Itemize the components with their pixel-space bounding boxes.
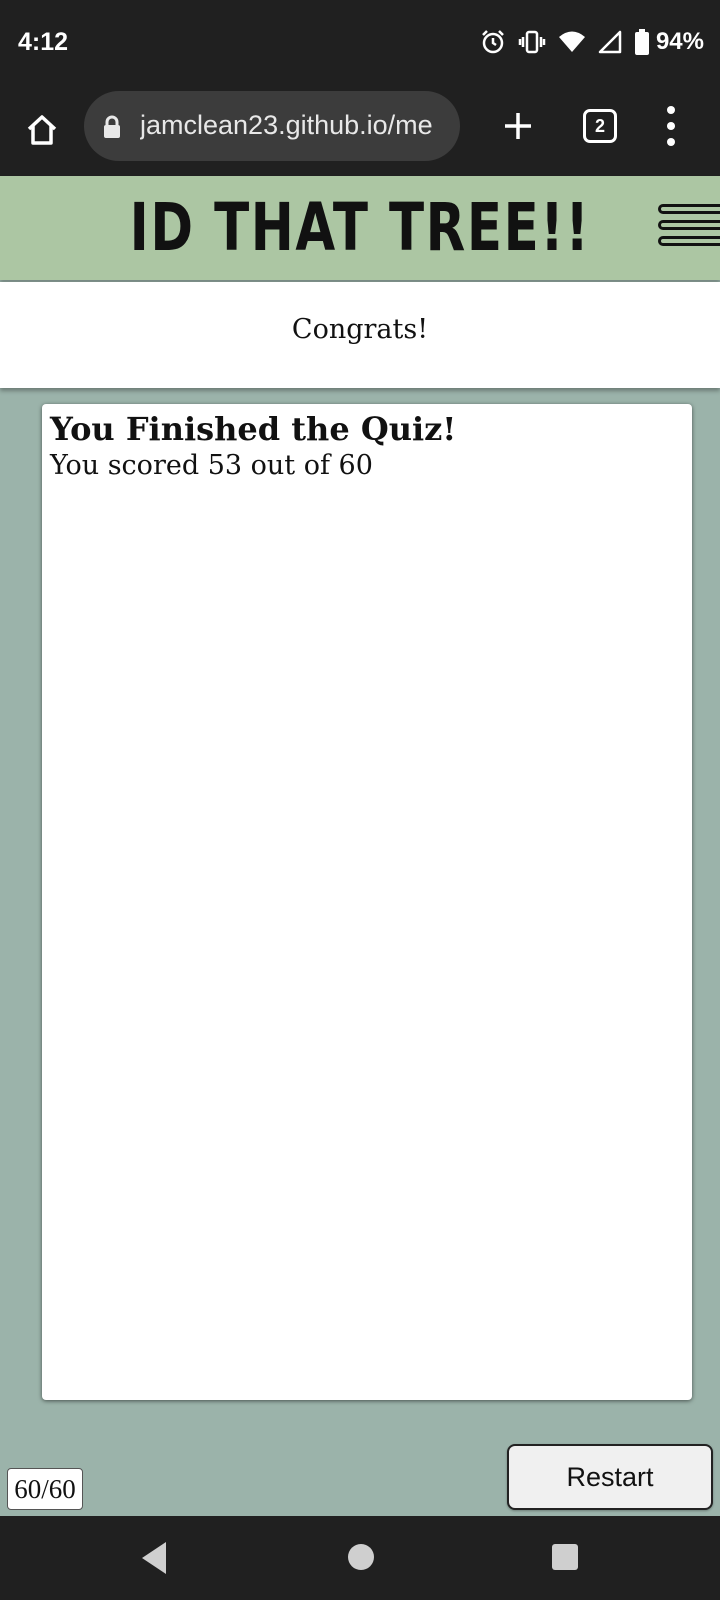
more-vert-icon	[667, 106, 675, 114]
congrats-message: Congrats!	[291, 314, 429, 345]
lock-icon	[104, 115, 120, 138]
battery-icon	[634, 29, 649, 55]
browser-toolbar: jamclean23.github.io/me 2	[0, 88, 720, 176]
plus-icon	[505, 113, 531, 139]
url-bar[interactable]: jamclean23.github.io/me	[84, 91, 460, 161]
signal-icon	[598, 30, 622, 54]
home-button[interactable]	[20, 108, 64, 152]
site-header: ID THAT TREE!!	[0, 176, 720, 280]
back-icon[interactable]	[138, 1540, 170, 1576]
nav-home-icon[interactable]	[348, 1544, 374, 1570]
quiz-heading: You Finished the Quiz!	[50, 410, 457, 448]
site-title: ID THAT TREE!!	[129, 189, 591, 266]
question-counter: 60/60	[7, 1468, 83, 1510]
battery-percent: 94%	[655, 28, 704, 55]
status-time: 4:12	[18, 28, 69, 56]
new-tab-button[interactable]	[496, 104, 540, 148]
quiz-result-card: You Finished the Quiz! You scored 53 out…	[42, 404, 692, 1400]
vibrate-icon	[518, 30, 546, 54]
browser-menu-button[interactable]	[656, 102, 686, 150]
status-bar: 4:12 94%	[0, 0, 720, 88]
url-text: jamclean23.github.io/me	[140, 110, 433, 140]
restart-button[interactable]: Restart	[507, 1444, 713, 1510]
recents-icon[interactable]	[552, 1544, 578, 1570]
wifi-icon	[558, 31, 585, 52]
status-icons: 94%	[480, 26, 704, 58]
home-icon	[27, 115, 57, 145]
hamburger-icon[interactable]	[658, 204, 720, 252]
congrats-banner: Congrats!	[0, 282, 720, 388]
quiz-score-text: You scored 53 out of 60	[50, 450, 373, 481]
tab-switcher-button[interactable]: 2	[583, 109, 617, 143]
alarm-icon	[482, 30, 504, 54]
system-nav-bar	[0, 1516, 720, 1600]
